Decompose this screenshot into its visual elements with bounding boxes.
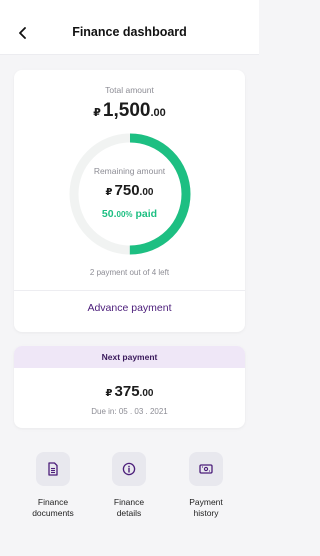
paid-percent-main: 50.: [101, 208, 117, 220]
finance-documents-button[interactable]: Finance documents: [13, 452, 93, 519]
info-icon: [122, 462, 136, 476]
action-label: Payment history: [189, 497, 223, 518]
next-payment-header: Next payment: [14, 346, 245, 368]
next-payment-amount: ₽375.00: [14, 383, 245, 400]
next-payment-decimal: .00: [139, 388, 154, 399]
action-label: Finance documents: [32, 497, 74, 518]
currency-symbol: ₽: [105, 388, 113, 399]
due-date-text: Due in: 05 . 03 . 2021: [91, 407, 168, 416]
remaining-amount-value: ₽750.00: [14, 182, 245, 199]
finance-dashboard-screen: Finance dashboard Total amount ₽1,500.00…: [0, 0, 259, 556]
payment-history-button[interactable]: Payment history: [166, 452, 246, 519]
payment-count-text: 2 payment out of 4 left: [89, 268, 170, 277]
quick-actions: Finance documents Finance details Paymen…: [0, 452, 259, 532]
summary-card: Total amount ₽1,500.00 Remaining amount …: [14, 70, 245, 332]
total-amount-whole: 1,500: [102, 100, 151, 121]
paid-percent-small: 00%: [116, 210, 133, 219]
remaining-amount-label: Remaining amount: [93, 166, 166, 176]
page-title: Finance dashboard: [72, 25, 187, 39]
total-amount-decimal: .00: [150, 107, 166, 119]
next-payment-whole: 375: [114, 383, 140, 400]
top-bar: Finance dashboard: [0, 0, 259, 55]
next-payment-card: Next payment ₽375.00 Due in: 05 . 03 . 2…: [14, 346, 245, 428]
paid-suffix: paid: [132, 208, 158, 220]
divider: [14, 290, 245, 291]
remaining-amount-decimal: .00: [139, 187, 154, 198]
total-amount-value: ₽1,500.00: [14, 100, 245, 122]
document-icon: [48, 462, 58, 476]
advance-payment-button[interactable]: Advance payment: [14, 302, 245, 314]
finance-details-button[interactable]: Finance details: [89, 452, 169, 519]
action-label: Finance details: [113, 497, 145, 518]
total-amount-label: Total amount: [105, 85, 154, 95]
currency-symbol: ₽: [93, 107, 101, 119]
remaining-amount-whole: 750: [114, 182, 140, 199]
currency-symbol: ₽: [105, 187, 113, 198]
paid-percentage: 50.00% paid: [14, 208, 245, 220]
payment-card-icon: [199, 464, 213, 474]
